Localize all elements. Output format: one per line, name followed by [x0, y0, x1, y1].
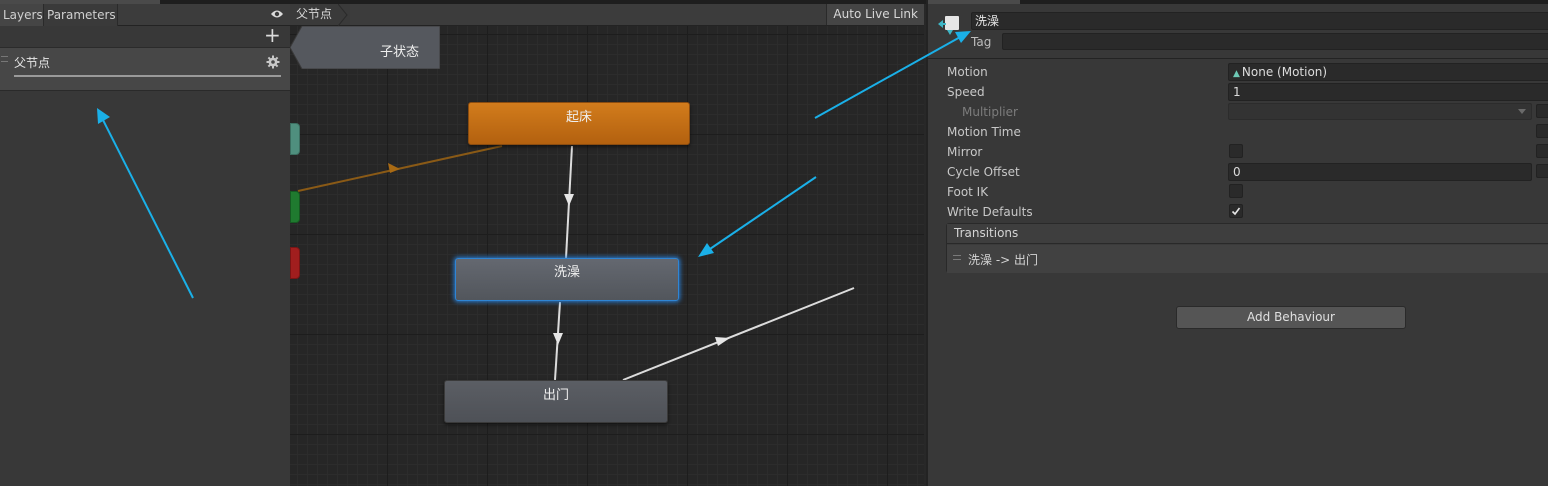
- exit-node[interactable]: [290, 247, 300, 279]
- multiplier-label: Multiplier: [962, 105, 1018, 119]
- transition-chumen-substate: [622, 287, 855, 381]
- state-node-qichuang[interactable]: 起床: [468, 102, 690, 145]
- animator-state-icon: [938, 16, 959, 35]
- motion-label: Motion: [947, 65, 988, 79]
- layers-panel: Layers Parameters + 父节点: [0, 0, 290, 486]
- any-state-node[interactable]: [290, 191, 300, 223]
- state-machine-graph[interactable]: 起床 洗澡 出门 子状态: [290, 26, 924, 486]
- speed-label: Speed: [947, 85, 985, 99]
- cycle-offset-parameter-checkbox[interactable]: [1536, 164, 1548, 178]
- graph-header: 父节点 Auto Live Link: [290, 4, 924, 26]
- mirror-checkbox[interactable]: [1229, 144, 1243, 158]
- layer-weight-bar: [14, 75, 281, 77]
- motion-field[interactable]: ▲ None (Motion): [1228, 63, 1548, 81]
- multiplier-dropdown[interactable]: [1228, 103, 1532, 120]
- transitions-title: Transitions: [954, 226, 1019, 240]
- drag-handle-icon[interactable]: [953, 255, 961, 260]
- transitions-header: Transitions: [947, 224, 1548, 244]
- transition-entry-qichuang: [297, 145, 503, 192]
- motion-time-label: Motion Time: [947, 125, 1021, 139]
- mirror-label: Mirror: [947, 145, 983, 159]
- tab-layers[interactable]: Layers: [0, 4, 44, 26]
- divider: [928, 58, 1548, 59]
- inspector-panel: 洗澡 Tag Motion ▲ None (Motion) Speed 1 Mul…: [926, 0, 1548, 486]
- transition-label: 洗澡 -> 出门: [968, 253, 1039, 267]
- transitions-list: Transitions 洗澡 -> 出门: [946, 223, 1548, 273]
- entry-node[interactable]: [290, 123, 300, 155]
- sub-state-machine-node[interactable]: 子状态: [290, 26, 440, 69]
- motion-clip-icon: ▲: [1233, 69, 1240, 79]
- add-layer-button[interactable]: +: [264, 25, 281, 46]
- checkmark-icon: [1231, 207, 1241, 216]
- sub-state-machine-label: 子状态: [380, 45, 420, 60]
- motion-time-parameter-checkbox[interactable]: [1536, 124, 1548, 138]
- tag-label: Tag: [971, 35, 992, 49]
- foot-ik-checkbox[interactable]: [1229, 184, 1243, 198]
- transition-arrowhead: [553, 333, 563, 345]
- state-node-chumen[interactable]: 出门: [444, 380, 668, 423]
- write-defaults-checkbox[interactable]: [1229, 204, 1243, 218]
- breadcrumb-chevron-icon: [338, 4, 348, 26]
- left-tab-bar: Layers Parameters: [0, 0, 290, 26]
- tab-parameters[interactable]: Parameters: [44, 4, 118, 26]
- speed-field[interactable]: 1: [1228, 83, 1548, 101]
- auto-live-link-button[interactable]: Auto Live Link: [826, 4, 924, 25]
- state-name-field[interactable]: 洗澡: [971, 12, 1548, 30]
- layer-toolbar: +: [0, 25, 290, 48]
- foot-ik-label: Foot IK: [947, 185, 989, 199]
- multiplier-parameter-checkbox[interactable]: [1536, 104, 1548, 118]
- cycle-offset-field[interactable]: 0: [1228, 163, 1532, 181]
- tag-field[interactable]: [1002, 33, 1548, 50]
- write-defaults-label: Write Defaults: [947, 205, 1033, 219]
- drag-handle-icon[interactable]: [1, 56, 8, 62]
- transition-item[interactable]: 洗澡 -> 出门: [947, 245, 1548, 273]
- add-behaviour-button[interactable]: Add Behaviour: [1176, 306, 1406, 329]
- gear-icon[interactable]: [266, 55, 280, 69]
- state-node-xizao[interactable]: 洗澡: [455, 258, 679, 301]
- layer-item[interactable]: 父节点: [0, 48, 290, 91]
- cycle-offset-label: Cycle Offset: [947, 165, 1020, 179]
- mirror-parameter-checkbox[interactable]: [1536, 144, 1548, 158]
- motion-value: None (Motion): [1241, 65, 1328, 79]
- dropdown-arrow-icon: [1518, 109, 1526, 114]
- transition-arrowhead: [564, 194, 574, 206]
- eye-icon[interactable]: [270, 8, 284, 20]
- transition-arrowhead: [715, 337, 730, 346]
- layer-name: 父节点: [14, 56, 51, 70]
